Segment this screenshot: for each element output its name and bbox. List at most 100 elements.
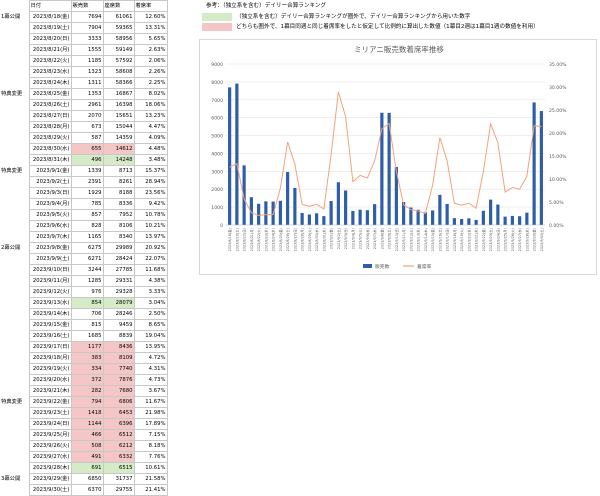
- sales-cell: 673: [70, 121, 104, 133]
- date-cell: 2023/8/29(火): [28, 132, 72, 144]
- sales-bar: [438, 194, 442, 225]
- row-event-label: [0, 441, 29, 452]
- date-cell: 2023/9/24(日): [28, 418, 72, 430]
- table-row: 2023/8/23(水) 1323 58608 2.26%: [0, 66, 168, 78]
- date-cell: 2023/8/21(月): [28, 44, 72, 56]
- seats-cell: 29331: [102, 275, 135, 287]
- table-row: 2023/8/24(木) 1311 58366 2.25%: [0, 77, 168, 89]
- sales-cell: 706: [70, 308, 104, 320]
- date-cell: 2023/8/23(水): [28, 66, 72, 78]
- table-row: 2023/9/26(火) 508 6212 8.18%: [0, 440, 168, 452]
- sales-chart: ミリアニ販売数着席率推移 9000 8000 7000 6000 5000 4000 300…: [199, 39, 597, 275]
- x-axis-tick-label: 2023/9/22(金): [481, 227, 486, 251]
- table-row: 2023/9/27(水) 491 6332 7.76%: [0, 451, 168, 463]
- date-cell: 2023/9/20(水): [28, 374, 72, 386]
- sales-cell: 372: [70, 374, 104, 386]
- sales-cell: 794: [70, 396, 104, 408]
- sales-cell: 785: [70, 198, 104, 210]
- date-cell: 2023/9/4(月): [28, 198, 72, 210]
- x-axis-tick-label: 2023/9/14(木): [423, 227, 428, 251]
- x-axis-tick-label: 2023/9/3(日): [344, 227, 348, 249]
- right-axis-tick-label: 20.00%: [549, 131, 567, 137]
- sales-cell: 1929: [70, 187, 104, 199]
- x-axis-tick-label: 2023/8/30(水): [314, 227, 319, 251]
- row-event-label: [0, 342, 29, 353]
- sales-cell: 496: [70, 154, 104, 166]
- row-event-label: [0, 199, 29, 210]
- table-row: 2023/9/2(土) 2391 8261 28.94%: [0, 176, 168, 188]
- sales-bar: [467, 218, 471, 225]
- rate-cell: 3.67%: [133, 385, 168, 397]
- date-cell: 2023/8/22(火): [28, 55, 72, 67]
- right-axis-tick-label: 10.00%: [549, 177, 567, 183]
- row-event-label: [0, 265, 29, 276]
- rate-cell: 21.98%: [133, 407, 168, 419]
- green-legend-label: （独立系を含む）デイリー合算ランキングが圏外で、デイリー合算ランキングから用いた…: [236, 14, 471, 20]
- row-event-label: [0, 56, 29, 67]
- rate-cell: 10.78%: [133, 209, 168, 221]
- seats-cell: 28079: [102, 297, 135, 309]
- sales-cell: 2070: [70, 110, 104, 122]
- rate-cell: 13.95%: [133, 341, 168, 353]
- table-row: 2023/9/18(月) 383 8109 4.72%: [0, 352, 168, 364]
- sales-bar: [510, 215, 514, 225]
- row-event-label: [0, 287, 29, 298]
- x-axis-tick-label: 2023/9/29(金): [532, 227, 537, 251]
- seats-cell: 8340: [102, 231, 135, 243]
- x-axis-tick-label: 2023/8/24(木): [271, 227, 276, 251]
- sales-bar: [228, 87, 232, 225]
- sales-cell: 1339: [70, 165, 104, 177]
- sales-bar: [474, 219, 478, 225]
- date-cell: 2023/9/12(火): [28, 286, 72, 298]
- date-cell: 2023/8/19(土): [28, 22, 72, 34]
- date-cell: 2023/9/2(土): [28, 176, 72, 188]
- rate-cell: 10.21%: [133, 220, 168, 232]
- date-cell: 2023/9/13(水): [28, 297, 72, 309]
- row-event-label: [0, 232, 29, 243]
- seats-cell: 8839: [102, 330, 135, 342]
- table-row: 2023/8/20(日) 3333 58956 5.65%: [0, 33, 168, 45]
- sales-bar: [293, 187, 297, 225]
- table-row: 2023/8/31(木) 496 14248 3.48%: [0, 154, 168, 166]
- rate-cell: 8.02%: [133, 88, 168, 100]
- date-cell: 2023/9/1(金): [28, 165, 72, 177]
- x-axis-tick-label: 2023/9/25(月): [504, 227, 508, 251]
- sales-cell: 1323: [70, 66, 104, 78]
- row-event-label: [0, 408, 29, 419]
- right-axis-tick-label: 30.00%: [549, 85, 567, 91]
- table-row: 2023/9/6(水) 828 8106 10.21%: [0, 220, 168, 232]
- table-row: 2023/9/23(土) 1418 6453 21.98%: [0, 407, 168, 419]
- date-cell: 2023/8/24(木): [28, 77, 72, 89]
- rate-cell: 15.37%: [133, 165, 168, 177]
- date-cell: 2023/9/14(木): [28, 308, 72, 320]
- seats-cell: 29755: [102, 484, 135, 496]
- rate-cell: 2.26%: [133, 66, 168, 78]
- table-row: 2023/9/19(火) 334 7740 4.31%: [0, 363, 168, 375]
- row-event-label: [0, 375, 29, 386]
- table-row: 2023/9/17(日) 1177 8436 13.95%: [0, 341, 168, 353]
- sales-bar: [365, 210, 369, 225]
- date-cell: 2023/9/25(月): [28, 429, 72, 441]
- table-row: 2023/9/4(月) 785 8336 9.42%: [0, 198, 168, 210]
- table-row: 2023/9/11(月) 1285 29331 4.38%: [0, 275, 168, 287]
- row-event-label: [0, 78, 29, 89]
- rate-cell: 22.07%: [133, 253, 168, 265]
- legend-sales-swatch: [363, 264, 372, 268]
- date-cell: 2023/8/30(水): [28, 143, 72, 155]
- x-axis-tick-label: 2023/9/24(日): [496, 227, 500, 251]
- sales-bar: [373, 204, 377, 225]
- sales-cell: 3333: [70, 33, 104, 45]
- left-axis-tick-label: 6000: [211, 116, 223, 122]
- x-axis-tick-label: 2023/8/26(土): [285, 227, 290, 251]
- row-event-label: [0, 155, 29, 166]
- x-axis-tick-label: 2023/9/9(土): [387, 227, 392, 249]
- date-cell: 2023/8/27(日): [28, 110, 72, 122]
- sales-cell: 383: [70, 352, 104, 364]
- sales-cell: 3244: [70, 264, 104, 276]
- left-axis-tick-label: 3000: [211, 169, 223, 175]
- sales-cell: 1555: [70, 44, 104, 56]
- table-row: 2023/8/21(月) 1555 59149 2.63%: [0, 44, 168, 56]
- date-cell: 2023/9/23(土): [28, 407, 72, 419]
- sales-bar: [278, 200, 282, 225]
- sales-bar: [431, 210, 435, 225]
